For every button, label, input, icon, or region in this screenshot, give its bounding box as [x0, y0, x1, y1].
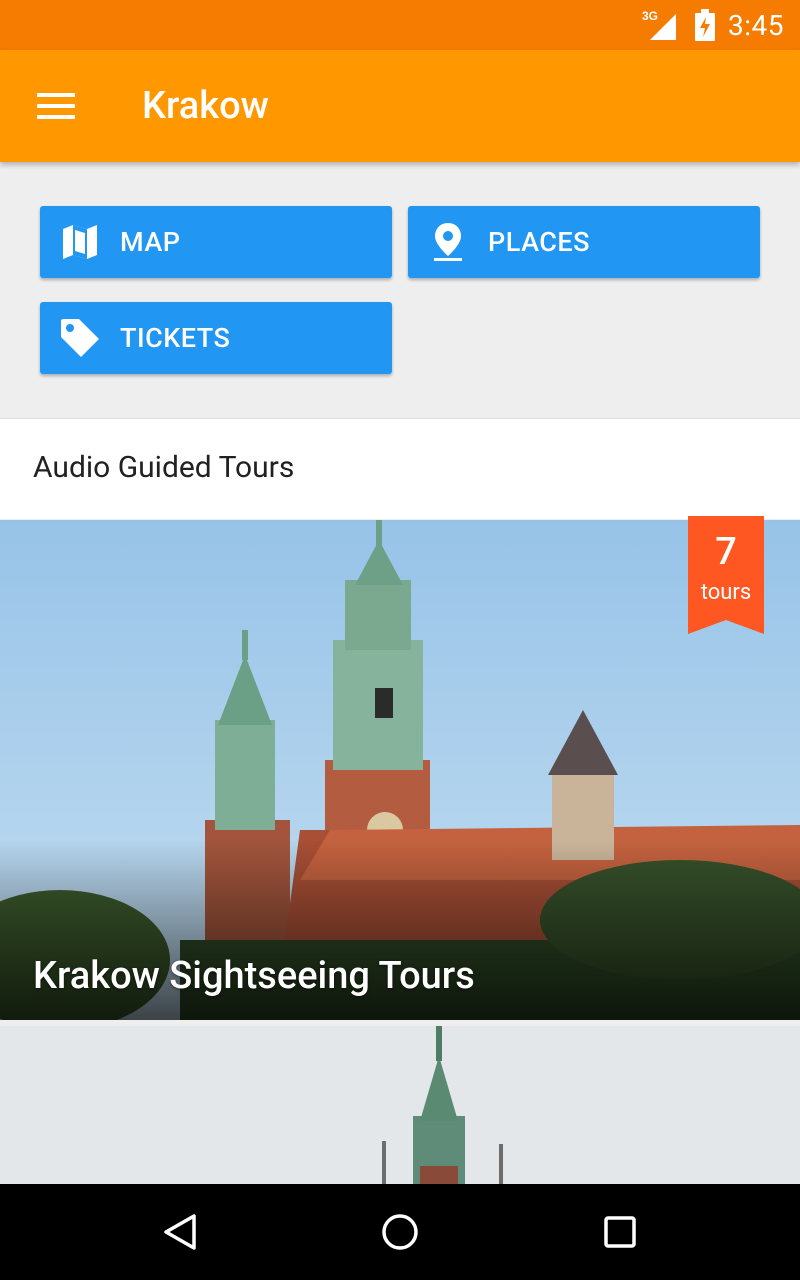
recents-icon: [604, 1216, 636, 1248]
home-button[interactable]: [360, 1202, 440, 1262]
app-title: Krakow: [142, 84, 269, 128]
tickets-button[interactable]: TICKETS: [40, 302, 392, 374]
map-icon: [63, 225, 97, 259]
map-button-label: MAP: [120, 226, 181, 258]
places-button-label: PLACES: [488, 226, 590, 258]
back-button[interactable]: [140, 1202, 220, 1262]
status-icons: 3G 3:45: [642, 0, 784, 50]
signal-icon: 3G: [642, 9, 676, 40]
back-icon: [164, 1214, 196, 1250]
places-button[interactable]: PLACES: [408, 206, 760, 278]
status-bar: 3G 3:45: [0, 0, 800, 50]
tour-card[interactable]: [0, 1026, 800, 1186]
section-header: Audio Guided Tours: [0, 418, 800, 519]
menu-icon: [37, 93, 75, 119]
tag-icon: [61, 319, 99, 357]
tour-count-badge: 7 tours: [688, 516, 764, 636]
tickets-button-label: TICKETS: [120, 322, 231, 354]
tour-image: [0, 1026, 800, 1186]
place-icon: [434, 223, 462, 261]
section-title: Audio Guided Tours: [33, 450, 295, 485]
home-icon: [382, 1214, 418, 1250]
menu-button[interactable]: [24, 78, 88, 134]
battery-charging-icon: [695, 9, 715, 41]
app-bar: Krakow: [0, 50, 800, 162]
tour-card[interactable]: Krakow Sightseeing Tours: [0, 520, 800, 1020]
network-type-text: 3G: [642, 9, 658, 23]
navigation-bar: [0, 1184, 800, 1280]
tour-title: Krakow Sightseeing Tours: [33, 954, 475, 998]
status-clock: 3:45: [728, 8, 784, 42]
badge-label: tours: [700, 580, 752, 605]
map-button[interactable]: MAP: [40, 206, 392, 278]
recents-button[interactable]: [580, 1202, 660, 1262]
badge-count: 7: [715, 530, 737, 574]
